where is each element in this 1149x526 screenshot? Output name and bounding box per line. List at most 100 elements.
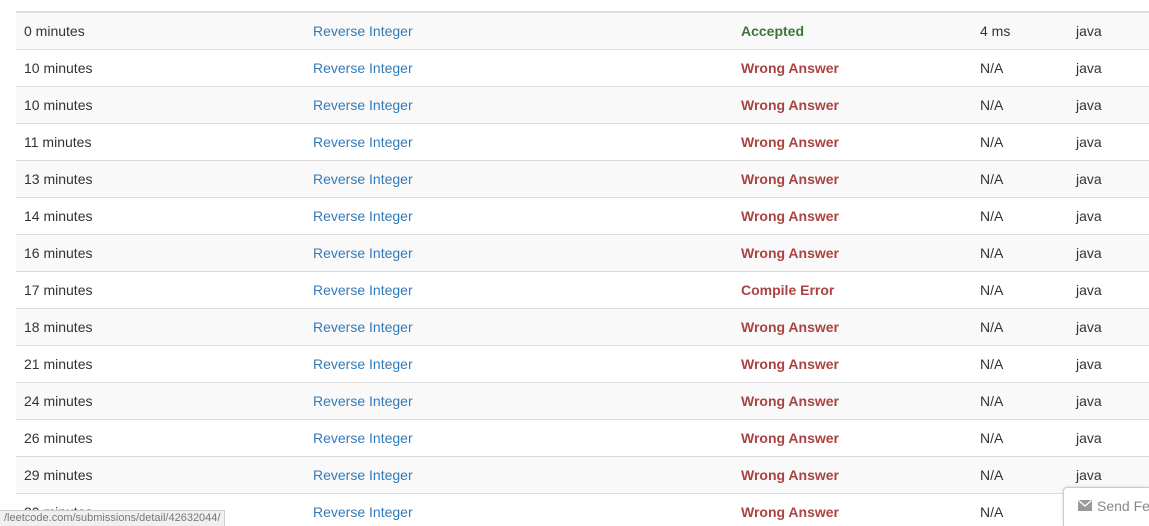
runtime-value: N/A (980, 60, 1004, 76)
submission-status-link[interactable]: Wrong Answer (741, 346, 839, 382)
question-link[interactable]: Reverse Integer (313, 60, 413, 76)
table-row: 18 minutes Reverse Integer Wrong Answer N/A… (16, 309, 1149, 346)
table-row: 0 minutes Reverse Integer Accepted 4 ms java (16, 13, 1149, 50)
submission-status-link[interactable]: Wrong Answer (741, 494, 839, 526)
runtime-value: N/A (980, 504, 1004, 520)
submission-status-link[interactable]: Accepted (741, 13, 804, 49)
envelope-icon (1078, 500, 1092, 511)
question-cell: Reverse Integer (313, 50, 413, 86)
language-value: java (1076, 282, 1102, 298)
runtime-value: N/A (980, 467, 1004, 483)
runtime-value: N/A (980, 319, 1004, 335)
submission-status-link[interactable]: Wrong Answer (741, 420, 839, 456)
table-row: 13 minutes Reverse Integer Wrong Answer N/A… (16, 161, 1149, 198)
table-row: 16 minutes Reverse Integer Wrong Answer N/A… (16, 235, 1149, 272)
submission-status-link[interactable]: Wrong Answer (741, 457, 839, 493)
runtime-value: N/A (980, 356, 1004, 372)
language-value: java (1076, 23, 1102, 39)
submission-status-link[interactable]: Wrong Answer (741, 198, 839, 234)
submissions-page: 0 minutes Reverse Integer Accepted 4 ms java… (0, 0, 1149, 526)
question-cell: Reverse Integer (313, 13, 413, 49)
question-link[interactable]: Reverse Integer (313, 171, 413, 187)
submission-time: 11 minutes (24, 134, 92, 150)
language-value: java (1076, 356, 1102, 372)
question-cell: Reverse Integer (313, 198, 413, 234)
question-cell: Reverse Integer (313, 494, 413, 526)
table-row: 14 minutes Reverse Integer Wrong Answer N/A… (16, 198, 1149, 235)
language-value: java (1076, 134, 1102, 150)
language-value: java (1076, 60, 1102, 76)
question-link[interactable]: Reverse Integer (313, 97, 413, 113)
submission-time: 26 minutes (24, 430, 93, 446)
question-cell: Reverse Integer (313, 124, 413, 160)
runtime-value: N/A (980, 393, 1004, 409)
question-link[interactable]: Reverse Integer (313, 430, 413, 446)
question-link[interactable]: Reverse Integer (313, 134, 413, 150)
submission-status-link[interactable]: Compile Error (741, 272, 834, 308)
runtime-value: N/A (980, 97, 1004, 113)
submissions-table: 0 minutes Reverse Integer Accepted 4 ms java… (16, 11, 1149, 526)
submission-time: 21 minutes (24, 356, 93, 372)
question-cell: Reverse Integer (313, 309, 413, 345)
table-row: 17 minutes Reverse Integer Compile Error N/… (16, 272, 1149, 309)
language-value: java (1076, 393, 1102, 409)
question-cell: Reverse Integer (313, 457, 413, 493)
language-value: java (1076, 319, 1102, 335)
runtime-value: 4 ms (980, 23, 1011, 39)
table-row: 26 minutes Reverse Integer Wrong Answer N/A… (16, 420, 1149, 457)
submission-time: 17 minutes (24, 282, 93, 298)
question-cell: Reverse Integer (313, 87, 413, 123)
submission-time: 10 minutes (24, 97, 93, 113)
submission-status-link[interactable]: Wrong Answer (741, 309, 839, 345)
runtime-value: N/A (980, 245, 1004, 261)
language-value: java (1076, 430, 1102, 446)
question-cell: Reverse Integer (313, 346, 413, 382)
language-value: java (1076, 97, 1102, 113)
submission-time: 0 minutes (24, 23, 85, 39)
table-row: 24 minutes Reverse Integer Wrong Answer N/A… (16, 383, 1149, 420)
submission-time: 13 minutes (24, 171, 93, 187)
submission-status-link[interactable]: Wrong Answer (741, 124, 839, 160)
question-cell: Reverse Integer (313, 161, 413, 197)
runtime-value: N/A (980, 208, 1004, 224)
language-value: java (1076, 245, 1102, 261)
table-row: 21 minutes Reverse Integer Wrong Answer N/A… (16, 346, 1149, 383)
submission-status-link[interactable]: Wrong Answer (741, 161, 839, 197)
send-feedback-button[interactable]: Send Feedback (1063, 487, 1149, 526)
submission-status-link[interactable]: Wrong Answer (741, 87, 839, 123)
submission-time: 16 minutes (24, 245, 93, 261)
question-link[interactable]: Reverse Integer (313, 282, 413, 298)
question-link[interactable]: Reverse Integer (313, 504, 413, 520)
question-link[interactable]: Reverse Integer (313, 319, 413, 335)
submission-time: 14 minutes (24, 208, 93, 224)
submission-status-link[interactable]: Wrong Answer (741, 50, 839, 86)
submission-status-link[interactable]: Wrong Answer (741, 235, 839, 271)
browser-status-bar: /leetcode.com/submissions/detail/4263204… (0, 510, 226, 526)
table-row: 29 minutes Reverse Integer Wrong Answer N/A… (16, 457, 1149, 494)
question-link[interactable]: Reverse Integer (313, 393, 413, 409)
question-cell: Reverse Integer (313, 383, 413, 419)
send-feedback-label: Send Feedback (1097, 498, 1149, 514)
question-link[interactable]: Reverse Integer (313, 208, 413, 224)
table-row: 11 minutes Reverse Integer Wrong Answer N/A… (16, 124, 1149, 161)
runtime-value: N/A (980, 430, 1004, 446)
status-bar-url: /leetcode.com/submissions/detail/4263204… (4, 512, 221, 524)
question-link[interactable]: Reverse Integer (313, 245, 413, 261)
question-cell: Reverse Integer (313, 235, 413, 271)
language-value: java (1076, 208, 1102, 224)
submission-time: 24 minutes (24, 393, 93, 409)
submission-time: 10 minutes (24, 60, 93, 76)
submission-status-link[interactable]: Wrong Answer (741, 383, 839, 419)
question-link[interactable]: Reverse Integer (313, 467, 413, 483)
submission-time: 29 minutes (24, 467, 93, 483)
table-row: 10 minutes Reverse Integer Wrong Answer N/A… (16, 87, 1149, 124)
submission-time: 18 minutes (24, 319, 93, 335)
table-row: 10 minutes Reverse Integer Wrong Answer N/A… (16, 50, 1149, 87)
question-cell: Reverse Integer (313, 420, 413, 456)
language-value: java (1076, 171, 1102, 187)
question-link[interactable]: Reverse Integer (313, 23, 413, 39)
runtime-value: N/A (980, 134, 1004, 150)
runtime-value: N/A (980, 282, 1004, 298)
question-link[interactable]: Reverse Integer (313, 356, 413, 372)
runtime-value: N/A (980, 171, 1004, 187)
